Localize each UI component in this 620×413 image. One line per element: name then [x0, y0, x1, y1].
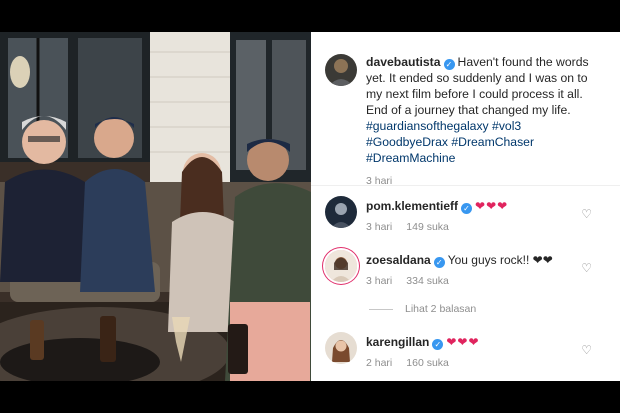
- comment-time: 3 hari: [366, 221, 393, 233]
- comment-text: ❤❤❤: [446, 335, 480, 349]
- verified-badge-icon: ✓: [432, 339, 444, 350]
- comment-item: pom.klementieff ✓ ❤❤❤ 3 hari 149 suka ♡: [325, 196, 610, 235]
- comment-likes[interactable]: 149 suka: [406, 221, 449, 233]
- comment-time: 3 hari: [366, 275, 393, 287]
- avatar-pom-klementieff[interactable]: [325, 196, 357, 228]
- avatar-zoesaldana[interactable]: [325, 250, 357, 282]
- heart-outline-icon[interactable]: ♡: [581, 261, 592, 275]
- heart-outline-icon[interactable]: ♡: [581, 343, 592, 357]
- instagram-post-frame: davebautista ✓ Haven't found the words yet…: [0, 32, 620, 381]
- verified-badge-icon: ✓: [461, 203, 473, 214]
- comment-text: You guys rock!! ❤❤: [447, 253, 553, 267]
- comment-item: karengillan ✓ ❤❤❤ 2 hari 160 suka ♡: [325, 332, 610, 371]
- comment-username[interactable]: pom.klementieff: [366, 199, 458, 213]
- hashtag-link[interactable]: #DreamChaser: [451, 135, 534, 149]
- verified-badge-icon: ✓: [433, 257, 445, 268]
- comment-likes[interactable]: 334 suka: [406, 275, 449, 287]
- comment-username[interactable]: karengillan: [366, 335, 429, 349]
- post-photo[interactable]: [0, 32, 311, 381]
- comment-item: zoesaldana ✓ You guys rock!! ❤❤ 3 hari 334 …: [325, 250, 610, 289]
- post-username[interactable]: davebautista: [366, 55, 441, 69]
- comment-likes[interactable]: 160 suka: [406, 357, 449, 369]
- hashtag-link[interactable]: #DreamMachine: [366, 151, 455, 165]
- divider: [311, 185, 620, 186]
- avatar-davebautista[interactable]: [325, 54, 357, 86]
- group-photo-image: [0, 32, 311, 381]
- comments-panel: davebautista ✓ Haven't found the words yet…: [311, 32, 620, 381]
- hashtag-link[interactable]: #guardiansofthegalaxy: [366, 119, 489, 133]
- verified-badge-icon: ✓: [443, 59, 455, 70]
- comment-username[interactable]: zoesaldana: [366, 253, 431, 267]
- hashtag-link[interactable]: #GoodbyeDrax: [366, 135, 448, 149]
- replies-divider-line: [369, 308, 393, 310]
- comment-text: ❤❤❤: [475, 199, 509, 213]
- hashtag-link[interactable]: #vol3: [492, 119, 521, 133]
- view-replies-label: Lihat 2 balasan: [405, 303, 477, 315]
- post-caption-block: davebautista ✓ Haven't found the words yet…: [325, 54, 610, 189]
- caption-text-block: davebautista ✓ Haven't found the words yet…: [366, 54, 604, 189]
- avatar-karengillan[interactable]: [325, 332, 357, 364]
- post-timestamp: 3 hari: [366, 175, 393, 187]
- view-replies-link[interactable]: Lihat 2 balasan: [369, 303, 476, 315]
- heart-outline-icon[interactable]: ♡: [581, 207, 592, 221]
- comment-time: 2 hari: [366, 357, 393, 369]
